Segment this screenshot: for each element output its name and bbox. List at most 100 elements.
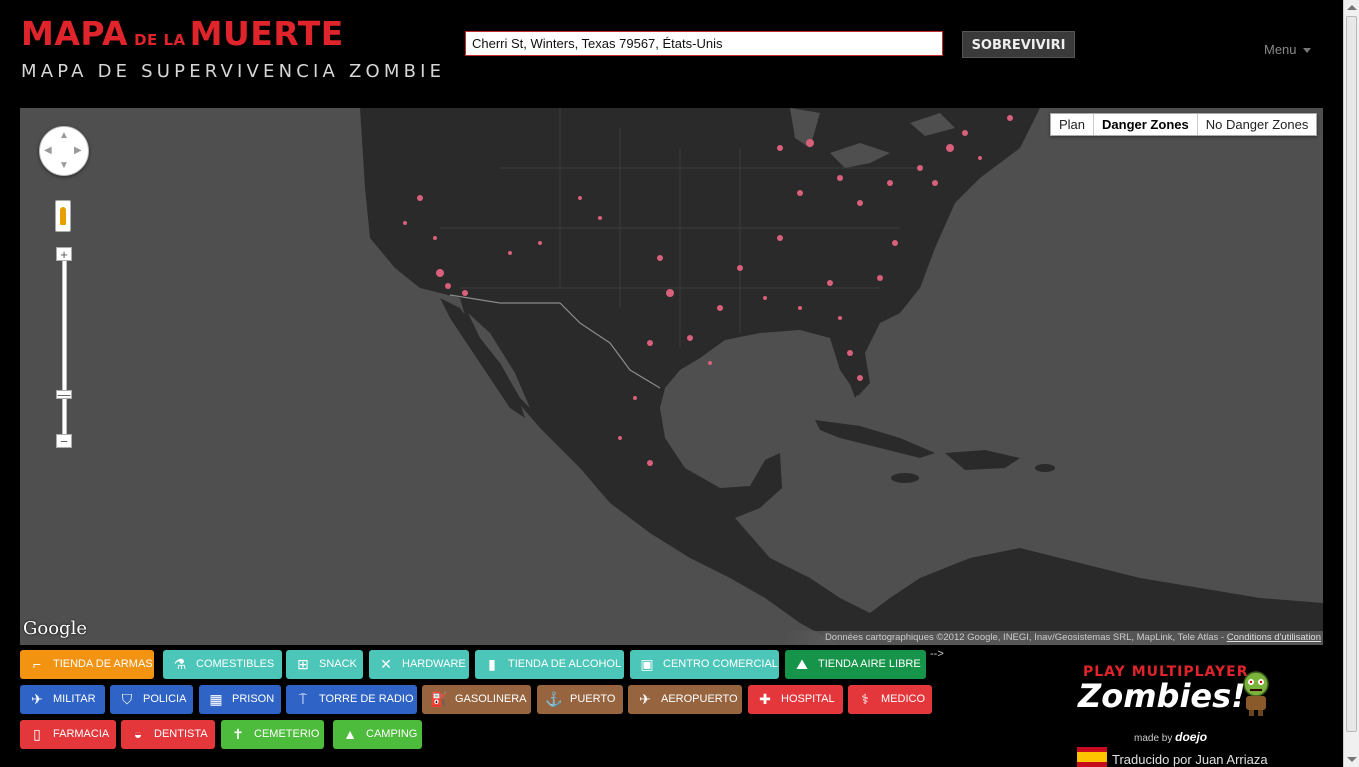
category-label: FARMACIA <box>53 728 110 740</box>
category-puerto-button[interactable]: ⚓ PUERTO <box>537 685 623 714</box>
category-label: CAMPING <box>366 728 418 740</box>
category-label: SNACK <box>319 658 357 670</box>
map-terrain <box>360 108 1323 645</box>
promo-made-by: made by doejo <box>1134 730 1207 744</box>
category-hardware-button[interactable]: ✕ HARDWARE <box>369 650 469 679</box>
basket-icon: ⊞ <box>297 656 309 672</box>
puerto-rico <box>1035 464 1055 472</box>
google-logo[interactable]: Google <box>23 618 87 639</box>
airplane-icon: ✈ <box>639 691 651 707</box>
made-by-label: made by <box>1134 733 1173 744</box>
category-label: COMESTIBLES <box>196 658 275 670</box>
groceries-icon: ⚗ <box>173 656 187 672</box>
helicopter-icon: ✈ <box>31 691 43 707</box>
category-snack-button[interactable]: ⊞ SNACK <box>286 650 363 679</box>
category-camping-button[interactable]: ▲ CAMPING <box>333 720 422 749</box>
category-torre-de-radio-button[interactable]: ⍑ TORRE DE RADIO <box>286 685 417 714</box>
pan-control[interactable]: ▲ ▼ ◀ ▶ <box>39 126 89 176</box>
category-medico-button[interactable]: ⚕ MEDICO <box>848 685 932 714</box>
category-label: HOSPITAL <box>781 693 835 705</box>
category-tienda-de-alcohol-button[interactable]: ▮ TIENDA DE ALCOHOL <box>475 650 624 679</box>
category-label: PRISON <box>232 693 275 705</box>
terms-link[interactable]: Conditions d'utilisation <box>1227 632 1321 643</box>
zoom-in-button[interactable]: + <box>56 247 72 261</box>
category-militar-button[interactable]: ✈ MILITAR <box>20 685 105 714</box>
scroll-down-arrow-icon[interactable] <box>1347 757 1357 762</box>
title-muerte: MUERTE <box>189 14 344 53</box>
category-label: HARDWARE <box>402 658 466 670</box>
category-label: CENTRO COMERCIAL <box>663 658 778 670</box>
caduceus-icon: ⚕ <box>861 691 869 707</box>
tools-icon: ✕ <box>380 656 392 672</box>
hospital-icon: ✚ <box>759 691 771 707</box>
category-comestibles-button[interactable]: ⚗ COMESTIBLES <box>163 650 282 679</box>
menu-dropdown[interactable]: Menu <box>1264 42 1311 57</box>
arrow-text: --> <box>930 648 944 660</box>
zombie-mascot-icon <box>1243 671 1269 716</box>
category-label: AEROPUERTO <box>661 693 738 705</box>
map-type-no-danger-zones[interactable]: No Danger Zones <box>1196 114 1317 135</box>
zoom-out-button[interactable]: − <box>56 434 72 448</box>
translator-credit: Traducido por Juan Arriaza <box>1112 752 1268 767</box>
category-aeropuerto-button[interactable]: ✈ AEROPUERTO <box>628 685 742 714</box>
pan-down-icon[interactable]: ▼ <box>59 161 69 171</box>
bottle-icon: ▮ <box>488 656 496 672</box>
shopping-bag-icon: ▣ <box>640 656 654 672</box>
category-dentista-button[interactable]: ◒ DENTISTA <box>121 720 215 749</box>
site-subtitle: MAPA DE SUPERVIVENCIA ZOMBIE <box>21 61 446 82</box>
street-view-pegman-icon[interactable] <box>55 200 71 232</box>
scroll-up-arrow-icon[interactable] <box>1347 5 1357 10</box>
category-label: CEMETERIO <box>254 728 320 740</box>
zombie-danger-map[interactable]: ▲ ▼ ◀ ▶ + — − Plan Danger Zones No Danger … <box>20 108 1323 645</box>
page-scrollbar[interactable] <box>1343 0 1359 767</box>
cemetery-icon: ✝ <box>232 726 244 742</box>
attribution-text: Données cartographiques ©2012 Google, IN… <box>824 632 1227 643</box>
radio-tower-icon: ⍑ <box>298 691 308 707</box>
survive-button[interactable]: SOBREVIVIRI <box>962 31 1075 58</box>
map-type-danger-zones[interactable]: Danger Zones <box>1093 114 1197 135</box>
scrollbar-thumb[interactable] <box>1346 16 1357 732</box>
category-prison-button[interactable]: ▦ PRISON <box>199 685 281 714</box>
pill-bottle-icon: ▯ <box>33 726 41 742</box>
site-title[interactable]: MAPA DE LA MUERTE <box>21 14 344 53</box>
map-type-plan[interactable]: Plan <box>1051 114 1093 135</box>
cuba <box>815 420 935 458</box>
category-hospital-button[interactable]: ✚ HOSPITAL <box>748 685 843 714</box>
fuel-icon: ⛽ <box>430 691 448 707</box>
category-label: TIENDA DE ALCOHOL <box>508 658 622 670</box>
category-label: DENTISTA <box>154 728 208 740</box>
map-type-control[interactable]: Plan Danger Zones No Danger Zones <box>1050 113 1318 136</box>
prison-icon: ▦ <box>209 691 223 707</box>
category-label: TORRE DE RADIO <box>319 693 414 705</box>
category-label: GASOLINERA <box>455 693 527 705</box>
address-search-input[interactable]: Cherri St, Winters, Texas 79567, États-U… <box>465 31 943 56</box>
gun-icon: ⌐ <box>32 656 42 672</box>
jamaica <box>891 473 919 483</box>
caret-down-icon <box>1302 48 1311 54</box>
category-label: PUERTO <box>570 693 616 705</box>
tooth-icon: ◒ <box>133 726 143 742</box>
anchor-icon: ⚓ <box>545 691 563 707</box>
category-tienda-de-armas-button[interactable]: ⌐ TIENDA DE ARMAS <box>20 650 154 679</box>
shield-icon: ⛉ <box>121 691 133 707</box>
category-cemeterio-button[interactable]: ✝ CEMETERIO <box>221 720 324 749</box>
zoom-slider-track[interactable] <box>62 254 67 444</box>
mountain-icon: ⛰ <box>796 656 808 672</box>
spain-flag-icon <box>1077 747 1107 767</box>
category-label: MEDICO <box>881 693 925 705</box>
tent-icon: ▲ <box>343 726 357 742</box>
category-tienda-aire-libre-button[interactable]: ⛰ TIENDA AIRE LIBRE <box>785 650 926 679</box>
pan-left-icon[interactable]: ◀ <box>44 146 52 156</box>
promo-line2: Zombies! <box>1078 677 1246 715</box>
title-de-la: DE LA <box>134 31 186 49</box>
doejo-brand[interactable]: doejo <box>1175 730 1207 744</box>
category-policia-button[interactable]: ⛉ POLICIA <box>110 685 193 714</box>
category-gasolinera-button[interactable]: ⛽ GASOLINERA <box>422 685 531 714</box>
category-centro-comercial-button[interactable]: ▣ CENTRO COMERCIAL <box>630 650 779 679</box>
title-mapa: MAPA <box>21 14 129 53</box>
category-label: POLICIA <box>143 693 187 705</box>
pan-right-icon[interactable]: ▶ <box>74 146 82 156</box>
category-farmacia-button[interactable]: ▯ FARMACIA <box>20 720 116 749</box>
pan-up-icon[interactable]: ▲ <box>59 131 69 141</box>
zoom-slider-handle[interactable]: — <box>56 388 72 401</box>
